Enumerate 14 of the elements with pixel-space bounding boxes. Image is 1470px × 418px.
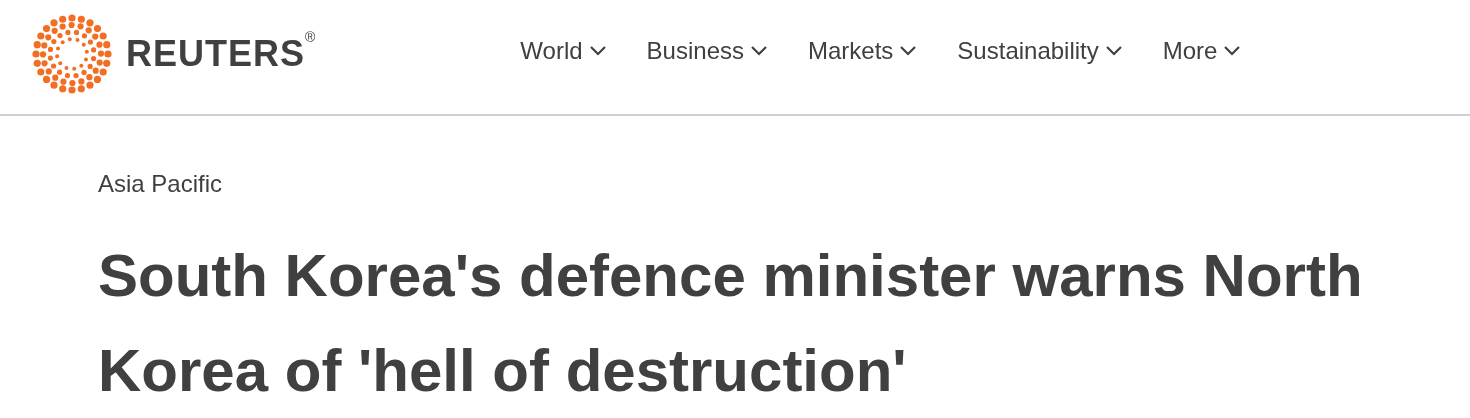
chevron-icon (588, 45, 607, 57)
chevron-icon (1104, 45, 1123, 57)
nav-menu-item[interactable]: Sustainability (957, 37, 1123, 65)
chevron-icon (750, 45, 768, 57)
dotted-globe-logo-icon (32, 14, 112, 94)
chevron-icon (899, 45, 918, 57)
article-headline: South Korea's defence minister warns North Korea of 'hell of destruction' (98, 241, 1364, 406)
nav-menu-item[interactable]: World (520, 37, 607, 65)
nav-menu-item[interactable]: Markets (808, 37, 918, 65)
chevron-icon (1223, 45, 1242, 57)
nav-menu-item[interactable]: Business (646, 37, 768, 65)
nav-menu-item[interactable]: More (1162, 37, 1242, 65)
section-label[interactable]: Asia Pacific (98, 170, 223, 198)
logo-wordmark[interactable]: REUTERS$^{®}$ (126, 33, 317, 75)
